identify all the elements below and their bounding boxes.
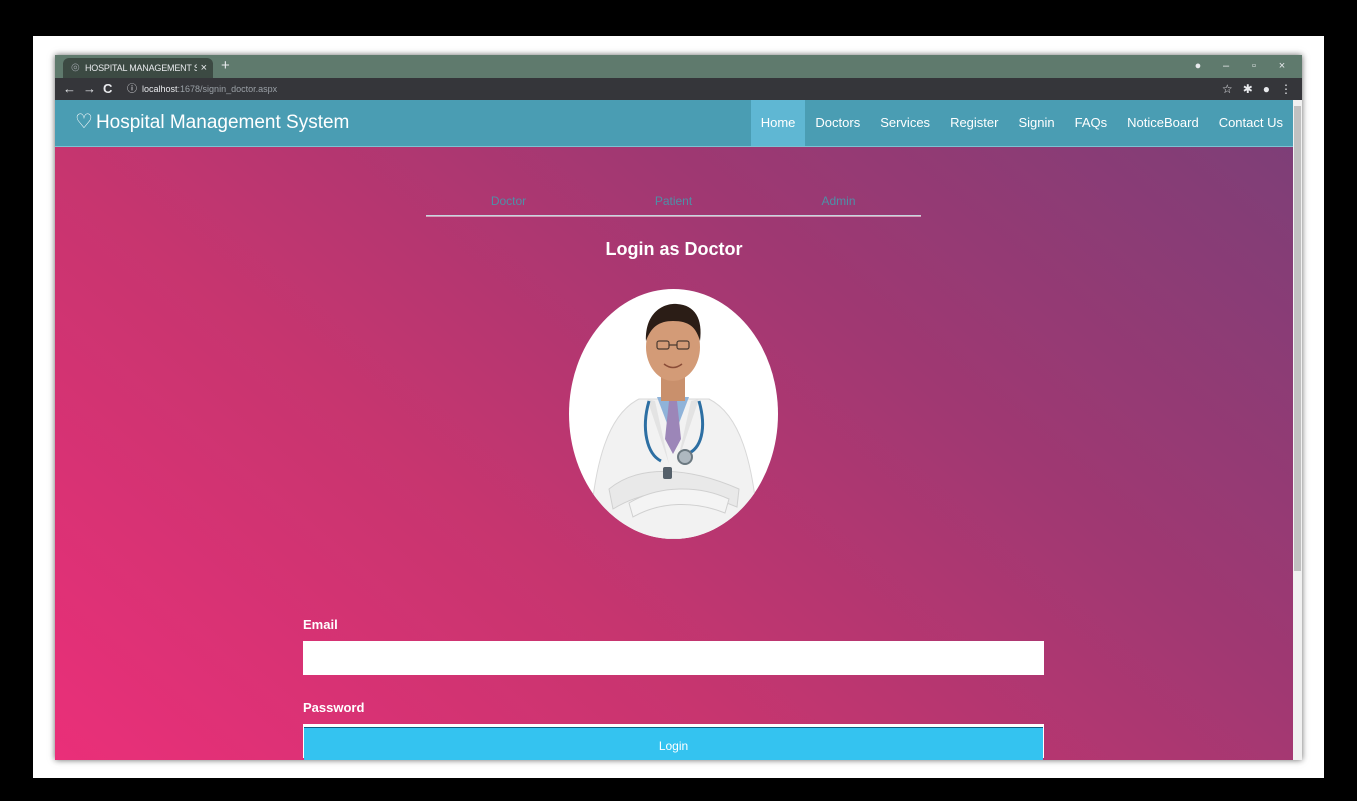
info-icon: ⓘ — [127, 84, 137, 95]
email-label: Email — [303, 617, 338, 632]
page-title: Login as Doctor — [605, 239, 743, 259]
page-viewport: ♡ Hospital Management System Home Doctors… — [55, 100, 1293, 760]
minimize-icon[interactable]: – — [1212, 55, 1240, 78]
site-menu: Home Doctors Services Register Signin FA… — [750, 100, 1293, 146]
site-navbar: ♡ Hospital Management System Home Doctors… — [55, 100, 1293, 147]
new-tab-button[interactable]: + — [221, 57, 230, 75]
url-host: localhost — [142, 84, 178, 94]
doctor-illustration — [588, 303, 760, 539]
menu-signin[interactable]: Signin — [1008, 100, 1064, 146]
tab-strip: ◎ HOSPITAL MANAGEMENT SYSTE × + ●–▫× — [55, 55, 1302, 78]
browser-window: ◎ HOSPITAL MANAGEMENT SYSTE × + ●–▫× ← →… — [55, 55, 1302, 760]
close-window-icon[interactable]: × — [1268, 55, 1296, 78]
tab-patient[interactable]: Patient — [591, 190, 756, 216]
address-bar[interactable]: ⓘ localhost:1678/signin_doctor.aspx — [127, 81, 1207, 97]
doctor-avatar — [569, 289, 778, 539]
profile-icon[interactable]: ● — [1263, 78, 1270, 100]
back-icon[interactable]: ← — [63, 78, 76, 100]
password-label: Password — [303, 700, 365, 715]
url-path: :1678/signin_doctor.aspx — [177, 84, 278, 94]
close-tab-icon[interactable]: × — [201, 58, 207, 78]
globe-icon: ◎ — [71, 62, 80, 73]
restore-icon[interactable]: ▫ — [1240, 55, 1268, 78]
site-brand[interactable]: ♡ Hospital Management System — [75, 100, 349, 146]
email-field[interactable] — [303, 641, 1044, 675]
tab-doctor[interactable]: Doctor — [426, 190, 591, 216]
scrollbar-thumb[interactable] — [1294, 106, 1301, 571]
reload-icon[interactable]: C — [103, 78, 112, 100]
page-scrollbar[interactable] — [1293, 100, 1302, 760]
login-button[interactable]: Login — [304, 727, 1043, 760]
browser-tab[interactable]: ◎ HOSPITAL MANAGEMENT SYSTE × — [63, 58, 213, 78]
menu-contact-us[interactable]: Contact Us — [1209, 100, 1293, 146]
stethoscope-icon: ♡ — [75, 111, 93, 133]
menu-faqs[interactable]: FAQs — [1065, 100, 1118, 146]
menu-services[interactable]: Services — [870, 100, 940, 146]
extensions-icon[interactable]: ✱ — [1243, 78, 1253, 100]
menu-home[interactable]: Home — [750, 100, 806, 146]
bookmark-star-icon[interactable]: ☆ — [1222, 78, 1233, 100]
menu-noticeboard[interactable]: NoticeBoard — [1117, 100, 1209, 146]
tab-admin[interactable]: Admin — [756, 190, 921, 216]
browser-toolbar: ← → C ⓘ localhost:1678/signin_doctor.aspx… — [55, 78, 1302, 100]
menu-register[interactable]: Register — [940, 100, 1008, 146]
toolbar-actions: ☆ ✱ ● ⋮ — [1212, 78, 1292, 100]
forward-icon[interactable]: → — [83, 78, 96, 100]
menu-kebab-icon[interactable]: ⋮ — [1280, 78, 1292, 100]
profile-dot-icon[interactable]: ● — [1184, 55, 1212, 78]
window-controls: ● – ▫ × — [1184, 55, 1296, 78]
brand-name: Hospital Management System — [95, 112, 350, 133]
menu-doctors[interactable]: Doctors — [805, 100, 870, 146]
tab-title: HOSPITAL MANAGEMENT SYSTE — [85, 63, 197, 73]
role-tabs: Doctor Patient Admin — [426, 190, 921, 217]
